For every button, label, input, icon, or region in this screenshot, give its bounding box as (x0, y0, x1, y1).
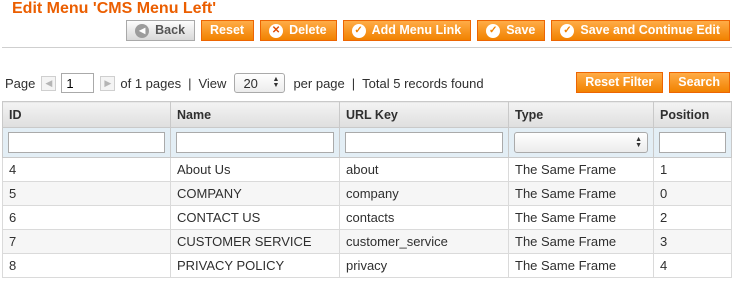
check-circle-icon: ✓ (560, 23, 575, 38)
name-filter-input[interactable] (176, 132, 334, 153)
save-and-continue-label: Save and Continue Edit (580, 23, 720, 37)
page-count-text: of 1 pages (120, 75, 182, 91)
previous-page-icon[interactable]: ◀ (41, 75, 57, 91)
total-records-text: Total 5 records found (362, 75, 484, 91)
add-menu-link-button[interactable]: ✓ Add Menu Link (342, 20, 472, 41)
save-label: Save (506, 23, 536, 37)
delete-button[interactable]: ✕ Delete (260, 20, 337, 41)
table-row[interactable]: 7 CUSTOMER SERVICE customer_service The … (2, 229, 732, 254)
type-filter-select[interactable]: ▲ ▼ (514, 132, 648, 153)
page-number-input[interactable] (61, 73, 95, 93)
search-button[interactable]: Search (669, 72, 730, 93)
save-button[interactable]: ✓ Save (477, 20, 546, 41)
save-and-continue-button[interactable]: ✓ Save and Continue Edit (551, 20, 730, 41)
reset-button[interactable]: Reset (201, 20, 255, 41)
cell-position: 3 (653, 229, 732, 254)
id-filter-input[interactable] (8, 132, 165, 153)
cell-position: 4 (653, 253, 732, 278)
check-circle-icon: ✓ (351, 23, 366, 38)
next-page-icon[interactable]: ▶ (100, 75, 116, 91)
per-page-select[interactable]: 20 ▲ ▼ (234, 73, 286, 93)
table-row[interactable]: 4 About Us about The Same Frame 1 (2, 157, 732, 182)
cell-url-key: about (339, 157, 509, 182)
cell-type: The Same Frame (508, 205, 654, 230)
cell-position: 1 (653, 157, 732, 182)
reset-filter-label: Reset Filter (585, 75, 654, 89)
arrow-left-icon: ◀ (135, 23, 150, 38)
cell-id: 4 (2, 157, 171, 182)
reset-label: Reset (210, 23, 245, 37)
form-toolbar: ◀ Back Reset ✕ Delete ✓ Add Menu Link ✓ … (126, 20, 730, 41)
column-header-position[interactable]: Position (653, 101, 732, 128)
grid-actions: Reset Filter Search (576, 72, 730, 93)
page-title: Edit Menu 'CMS Menu Left' (12, 0, 217, 17)
cell-name: COMPANY (170, 181, 340, 206)
table-row[interactable]: 5 COMPANY company The Same Frame 0 (2, 181, 732, 206)
cell-position: 2 (653, 205, 732, 230)
position-filter-input[interactable] (659, 132, 726, 153)
view-label: View (198, 75, 227, 91)
column-header-name[interactable]: Name (170, 101, 340, 128)
pager-separator: | (351, 75, 356, 91)
cell-type: The Same Frame (508, 181, 654, 206)
page-label: Page (5, 75, 36, 91)
cell-id: 6 (2, 205, 171, 230)
cell-id: 7 (2, 229, 171, 254)
header-divider (2, 47, 732, 48)
cell-name: PRIVACY POLICY (170, 253, 340, 278)
cell-type: The Same Frame (508, 229, 654, 254)
cell-url-key: company (339, 181, 509, 206)
cell-id: 8 (2, 253, 171, 278)
updown-icon: ▲ ▼ (635, 135, 642, 149)
search-label: Search (678, 75, 720, 89)
add-menu-link-label: Add Menu Link (371, 23, 462, 37)
cell-name: CUSTOMER SERVICE (170, 229, 340, 254)
column-header-type[interactable]: Type (508, 101, 654, 128)
grid-filter-row: ▲ ▼ (2, 127, 732, 158)
column-header-id[interactable]: ID (2, 101, 171, 128)
cell-url-key: customer_service (339, 229, 509, 254)
per-page-label: per page (293, 75, 345, 91)
cell-name: About Us (170, 157, 340, 182)
check-circle-icon: ✓ (486, 23, 501, 38)
pager: Page ◀ ▶ of 1 pages | View 20 ▲▼ per pag… (5, 73, 484, 93)
cell-id: 5 (2, 181, 171, 206)
delete-label: Delete (289, 23, 327, 37)
cell-type: The Same Frame (508, 157, 654, 182)
cell-url-key: contacts (339, 205, 509, 230)
grid-header-row: ID Name URL Key Type Position (2, 101, 732, 128)
table-row[interactable]: 6 CONTACT US contacts The Same Frame 2 (2, 205, 732, 230)
back-label: Back (155, 23, 186, 37)
reset-filter-button[interactable]: Reset Filter (576, 72, 664, 93)
url-key-filter-input[interactable] (345, 132, 503, 153)
close-circle-icon: ✕ (269, 23, 284, 38)
cell-name: CONTACT US (170, 205, 340, 230)
per-page-value: 20 (243, 75, 258, 91)
menu-links-grid: ID Name URL Key Type Position ▲ ▼ 4 About… (2, 101, 732, 278)
updown-icon: ▲ ▼ (272, 76, 280, 89)
column-header-url-key[interactable]: URL Key (339, 101, 509, 128)
cell-type: The Same Frame (508, 253, 654, 278)
cell-position: 0 (653, 181, 732, 206)
back-button[interactable]: ◀ Back (126, 20, 196, 41)
table-row[interactable]: 8 PRIVACY POLICY privacy The Same Frame … (2, 253, 732, 278)
pager-separator: | (188, 75, 192, 91)
cell-url-key: privacy (339, 253, 509, 278)
